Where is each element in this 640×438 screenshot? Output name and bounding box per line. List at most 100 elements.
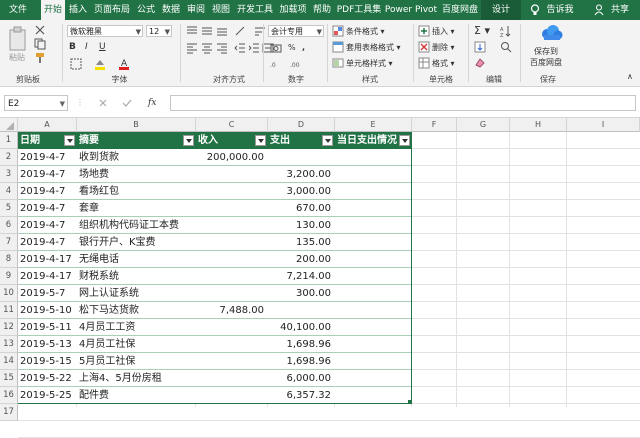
find-select-icon[interactable] <box>500 41 512 53</box>
expense-cell[interactable]: 1,698.96 <box>268 353 331 370</box>
date-cell[interactable]: 2019-5-10 <box>20 302 79 319</box>
income-cell[interactable] <box>196 370 264 387</box>
income-cell[interactable] <box>196 319 264 336</box>
row-header[interactable]: 7 <box>0 234 18 251</box>
date-cell[interactable]: 2019-4-17 <box>20 268 79 285</box>
row-header[interactable]: 8 <box>0 251 18 268</box>
expense-cell[interactable]: 6,357.32 <box>268 387 331 404</box>
filter-dropdown-icon[interactable] <box>64 135 75 146</box>
date-cell[interactable]: 2019-5-22 <box>20 370 79 387</box>
date-cell[interactable]: 2019-5-25 <box>20 387 79 404</box>
copy-icon[interactable] <box>34 38 46 50</box>
daily-expense-cell[interactable] <box>335 149 412 166</box>
baidu-cloud-icon[interactable] <box>538 24 564 44</box>
daily-expense-cell[interactable] <box>335 353 412 370</box>
tab-pdf-tools[interactable]: PDF工具集 <box>336 0 382 20</box>
autosum-button[interactable]: Σ ▾ <box>474 24 490 37</box>
save-to-baidu-line2[interactable]: 百度网盘 <box>530 57 562 68</box>
filter-dropdown-icon[interactable] <box>183 135 194 146</box>
column-header[interactable]: D <box>268 118 335 132</box>
income-cell[interactable] <box>196 251 264 268</box>
underline-button[interactable]: U <box>99 42 106 52</box>
expense-cell[interactable]: 6,000.00 <box>268 370 331 387</box>
income-cell[interactable] <box>196 268 264 285</box>
tab-home[interactable]: 开始 <box>41 0 65 20</box>
row-header[interactable]: 9 <box>0 268 18 285</box>
row-header[interactable]: 10 <box>0 285 18 302</box>
date-cell[interactable]: 2019-5-15 <box>20 353 79 370</box>
tab-insert[interactable]: 插入 <box>66 0 90 20</box>
expense-cell[interactable]: 3,000.00 <box>268 183 331 200</box>
conditional-format-icon[interactable] <box>332 25 344 37</box>
daily-expense-cell[interactable] <box>335 387 412 404</box>
format-as-table-icon[interactable] <box>332 41 344 53</box>
income-cell[interactable]: 7,488.00 <box>196 302 264 319</box>
fill-color-icon[interactable] <box>94 58 106 70</box>
column-header[interactable]: H <box>510 118 567 132</box>
tab-page-layout[interactable]: 页面布局 <box>91 0 133 20</box>
daily-expense-cell[interactable] <box>335 319 412 336</box>
income-cell[interactable] <box>196 353 264 370</box>
table-resize-handle[interactable] <box>408 400 411 403</box>
income-cell[interactable] <box>196 336 264 353</box>
row-header[interactable]: 3 <box>0 166 18 183</box>
tab-baidu-netdisk[interactable]: 百度网盘 <box>440 0 480 20</box>
format-cells-button[interactable]: 格式 ▾ <box>432 58 455 69</box>
tab-power-pivot[interactable]: Power Pivot <box>384 0 438 20</box>
tab-file[interactable]: 文件 <box>3 0 33 20</box>
name-box[interactable]: E2 ▼ <box>4 95 68 111</box>
tab-view[interactable]: 视图 <box>209 0 233 20</box>
comma-style-button[interactable]: , <box>302 43 305 52</box>
date-cell[interactable]: 2019-4-7 <box>20 166 79 183</box>
cut-icon[interactable] <box>34 24 46 36</box>
income-cell[interactable] <box>196 183 264 200</box>
number-format-combo[interactable]: 会计专用 ▼ <box>268 25 324 37</box>
collapse-ribbon-icon[interactable]: ∧ <box>627 72 633 81</box>
format-cells-icon[interactable] <box>418 57 430 69</box>
daily-expense-cell[interactable] <box>335 200 412 217</box>
row-header[interactable]: 2 <box>0 149 18 166</box>
row-header[interactable]: 4 <box>0 183 18 200</box>
filter-dropdown-icon[interactable] <box>255 135 266 146</box>
decrease-indent-icon[interactable] <box>234 42 246 54</box>
expense-cell[interactable]: 670.00 <box>268 200 331 217</box>
daily-expense-cell[interactable] <box>335 268 412 285</box>
expense-cell[interactable] <box>268 302 331 319</box>
accounting-format-icon[interactable] <box>270 42 282 54</box>
daily-expense-cell[interactable] <box>335 234 412 251</box>
row-header[interactable]: 11 <box>0 302 18 319</box>
font-color-icon[interactable]: A <box>118 58 130 70</box>
percent-style-button[interactable]: % <box>288 43 296 52</box>
daily-expense-cell[interactable] <box>335 251 412 268</box>
column-header[interactable]: I <box>567 118 640 132</box>
expense-cell[interactable]: 3,200.00 <box>268 166 331 183</box>
date-cell[interactable]: 2019-4-7 <box>20 183 79 200</box>
date-cell[interactable]: 2019-4-7 <box>20 200 79 217</box>
row-header[interactable]: 13 <box>0 336 18 353</box>
expense-cell[interactable]: 40,100.00 <box>268 319 331 336</box>
row-header[interactable]: 14 <box>0 353 18 370</box>
expense-cell[interactable]: 1,698.96 <box>268 336 331 353</box>
orientation-icon[interactable] <box>234 25 246 37</box>
column-header[interactable]: E <box>335 118 412 132</box>
column-header[interactable]: F <box>412 118 457 132</box>
cell-styles-icon[interactable] <box>332 57 344 69</box>
cancel-icon[interactable] <box>98 98 108 108</box>
save-to-baidu-line1[interactable]: 保存到 <box>534 46 558 57</box>
daily-expense-cell[interactable] <box>335 183 412 200</box>
date-cell[interactable]: 2019-4-7 <box>20 234 79 251</box>
tab-addins[interactable]: 加载项 <box>277 0 309 20</box>
row-header[interactable]: 12 <box>0 319 18 336</box>
tab-formulas[interactable]: 公式 <box>134 0 158 20</box>
date-cell[interactable]: 2019-4-7 <box>20 217 79 234</box>
insert-cells-icon[interactable] <box>418 25 430 37</box>
align-top-icon[interactable] <box>186 25 198 37</box>
conditional-format-button[interactable]: 条件格式 ▾ <box>346 26 385 37</box>
daily-expense-cell[interactable] <box>335 370 412 387</box>
tell-me-search[interactable]: 告诉我 <box>543 0 577 20</box>
daily-expense-cell[interactable] <box>335 217 412 234</box>
clear-icon[interactable] <box>474 57 486 69</box>
insert-function-icon[interactable]: fx <box>148 98 156 108</box>
date-cell[interactable]: 2019-4-7 <box>20 149 79 166</box>
date-cell[interactable]: 2019-4-17 <box>20 251 79 268</box>
